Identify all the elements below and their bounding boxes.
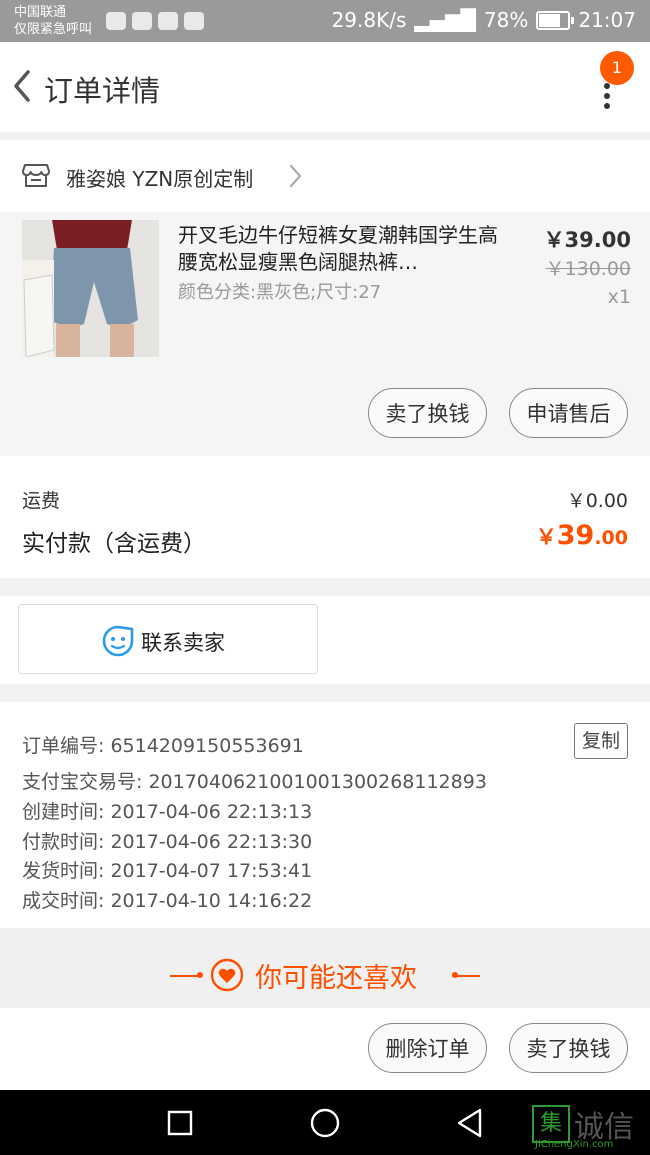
product-sku: 颜色分类:黑灰色;尺寸:27 [178,282,382,303]
status-bar: 中国联通 仅限紧急呼叫 29.8K/s ▂▄▆█ 78% 21:07 [0,0,650,42]
created-time: 创建时间: 2017-04-06 22:13:13 [22,801,313,823]
paid-currency: ￥ [535,525,557,549]
carrier-name: 中国联通 [14,5,67,20]
paid-integer: 39 [556,520,595,551]
chevron-right-icon [289,164,302,188]
payment-summary: 运费 ￥0.00 实付款（含运费） ￥39.00 [0,456,650,578]
product-title[interactable]: 开叉毛边牛仔短裤女夏潮韩国学生高腰宽松显瘦黑色阔腿热裤… [178,222,498,276]
battery-icon [536,10,575,30]
clock: 21:07 [578,8,636,32]
recommend-header: 你可能还喜欢 [0,928,650,1008]
alipay-trade-number: 支付宝交易号: 2017040621001001300268112893 [22,771,487,793]
app-header: 订单详情 1 [0,42,650,132]
sell-for-cash-button[interactable]: 卖了换钱 [509,1023,628,1073]
copy-button[interactable]: 复制 [574,723,628,759]
shipping-label: 运费 [22,490,61,512]
shop-row[interactable]: 雅姿娘 YZN原创定制 [0,140,650,212]
search-icon [106,12,126,30]
paid-time: 付款时间: 2017-04-06 22:13:30 [22,831,313,853]
completed-time: 成交时间: 2017-04-10 14:16:22 [22,890,313,912]
paid-label: 实付款（含运费） [22,531,206,557]
signal-icon: ▂▄▆█ [414,8,476,32]
product-price: ￥39.00 [543,228,631,252]
product-quantity: x1 [607,286,631,308]
status-right: 29.8K/s ▂▄▆█ 78% 21:07 [332,8,636,32]
watermark-mark: 集 [532,1105,570,1143]
carrier-info: 中国联通 仅限紧急呼叫 [14,4,92,38]
divider-line [452,975,480,977]
app-icon [132,12,152,30]
contact-seller-label: 联系卖家 [141,631,225,655]
recent-apps-icon[interactable] [167,1110,193,1136]
contact-seller-button[interactable]: 联系卖家 [18,604,318,674]
product-item[interactable]: 开叉毛边牛仔短裤女夏潮韩国学生高腰宽松显瘦黑色阔腿热裤… 颜色分类:黑灰色;尺寸… [0,212,650,456]
order-number: 订单编号: 6514209150553691 [22,735,304,757]
product-original-price: ￥130.00 [545,258,631,280]
apply-aftersale-button[interactable]: 申请售后 [509,388,628,438]
paid-amount: ￥39.00 [536,520,628,551]
bottom-action-bar: 删除订单 卖了换钱 [0,1008,650,1090]
shipped-time: 发货时间: 2017-04-07 17:53:41 [22,860,313,882]
chat-face-icon [102,625,134,657]
shop-icon [22,164,50,187]
weibo-icon [158,12,178,30]
battery-level: 78% [483,8,529,32]
system-back-icon[interactable] [455,1107,485,1139]
page-title: 订单详情 [44,74,161,108]
product-photo [22,220,159,357]
notification-badge: 1 [600,51,634,85]
system-nav-bar: 集诚信 JiChengXin.com [0,1090,650,1155]
heart-icon [210,958,244,992]
order-info: 订单编号: 6514209150553691 支付宝交易号: 201704062… [0,702,650,928]
sell-for-cash-button[interactable]: 卖了换钱 [368,388,487,438]
notification-icons [106,12,204,30]
divider-dot [197,972,203,978]
delete-order-button[interactable]: 删除订单 [368,1023,487,1073]
watermark-url: JiChengXin.com [535,1139,614,1150]
recommend-title: 你可能还喜欢 [255,963,417,994]
paid-decimal: .00 [594,527,628,549]
product-thumbnail[interactable] [22,220,159,357]
back-arrow-icon[interactable] [10,66,40,106]
shipping-value: ￥0.00 [566,490,628,512]
contact-section: 联系卖家 [0,596,650,684]
weibo-icon [184,12,204,30]
home-icon[interactable] [310,1108,340,1138]
carrier-status: 仅限紧急呼叫 [14,22,93,37]
shop-name: 雅姿娘 YZN原创定制 [66,167,254,191]
network-speed: 29.8K/s [331,8,407,32]
